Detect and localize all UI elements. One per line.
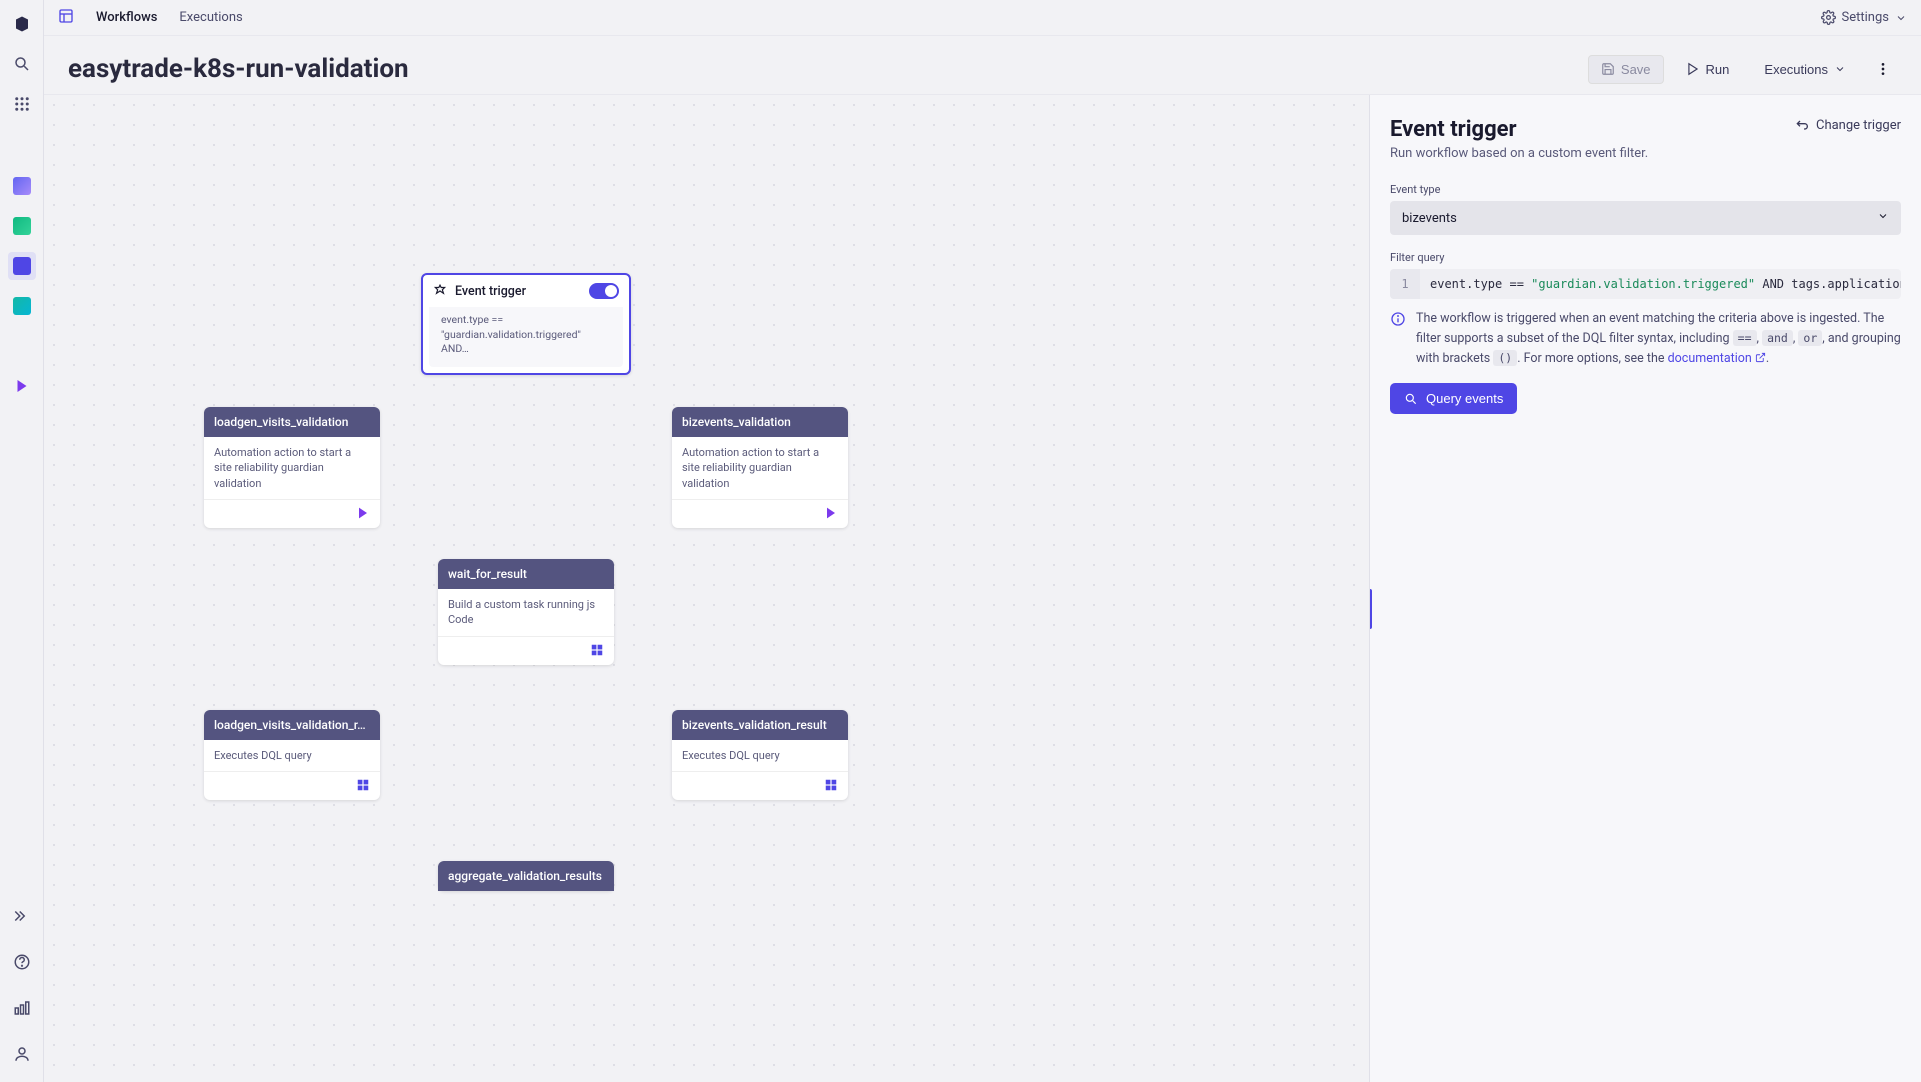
more-menu-button[interactable]	[1869, 55, 1897, 83]
app-play-icon[interactable]	[8, 372, 36, 400]
node-title: loadgen_visits_validation	[204, 407, 380, 437]
event-type-label: Event type	[1390, 183, 1901, 196]
apps-icon[interactable]	[8, 90, 36, 118]
settings-label: Settings	[1842, 10, 1889, 25]
node-title: aggregate_validation_results	[438, 861, 614, 891]
expand-icon[interactable]	[8, 902, 36, 930]
code-content: event.type == "guardian.validation.trigg…	[1420, 269, 1901, 299]
top-tab-bar: Workflows Executions Settings	[44, 0, 1921, 36]
action-play-icon	[822, 504, 840, 522]
connectors	[44, 95, 344, 245]
chevron-down-icon	[1895, 12, 1907, 24]
executions-dropdown[interactable]: Executions	[1751, 55, 1859, 84]
help-icon[interactable]	[8, 948, 36, 976]
logo-icon[interactable]	[8, 10, 36, 38]
right-panel: Event trigger Change trigger Run workflo…	[1369, 95, 1921, 1082]
action-grid-icon	[822, 776, 840, 794]
user-icon[interactable]	[8, 1040, 36, 1068]
node-title: bizevents_validation	[672, 407, 848, 437]
action-grid-icon	[588, 641, 606, 659]
alarm-icon	[433, 284, 447, 298]
node-wait-for-result[interactable]: wait_for_result Build a custom task runn…	[438, 559, 614, 665]
workflow-header: easytrade-k8s-run-validation Save Run Ex…	[44, 36, 1921, 95]
documentation-link[interactable]: documentation	[1668, 351, 1766, 366]
change-trigger-button[interactable]: Change trigger	[1794, 117, 1901, 133]
trigger-label: Event trigger	[455, 284, 526, 299]
node-body: Executes DQL query	[204, 740, 380, 771]
search-icon[interactable]	[8, 50, 36, 78]
play-icon	[1686, 62, 1700, 76]
node-body: Automation action to start a site reliab…	[672, 437, 848, 499]
back-arrow-icon	[1794, 117, 1810, 133]
info-icon	[1390, 311, 1406, 369]
node-title: bizevents_validation_result	[672, 710, 848, 740]
workflow-title: easytrade-k8s-run-validation	[68, 54, 1588, 84]
panel-resize-handle[interactable]	[1369, 589, 1372, 629]
action-grid-icon	[354, 776, 372, 794]
workflows-tab-icon	[58, 8, 74, 28]
run-button[interactable]: Run	[1674, 56, 1742, 83]
save-label: Save	[1621, 62, 1651, 77]
trigger-body-text: event.type == "guardian.validation.trigg…	[429, 307, 623, 367]
app-green-icon[interactable]	[8, 212, 36, 240]
left-sidebar	[0, 0, 44, 1082]
node-bizevents-validation[interactable]: bizevents_validation Automation action t…	[672, 407, 848, 528]
node-loadgen-visits-validation-result[interactable]: loadgen_visits_validation_r… Executes DQ…	[204, 710, 380, 800]
save-button[interactable]: Save	[1588, 55, 1664, 84]
node-bizevents-validation-result[interactable]: bizevents_validation_result Executes DQL…	[672, 710, 848, 800]
save-icon	[1601, 62, 1615, 76]
chevron-down-icon	[1834, 63, 1846, 75]
dashboard-icon[interactable]	[8, 994, 36, 1022]
search-icon	[1404, 392, 1418, 406]
settings-link[interactable]: Settings	[1821, 10, 1907, 25]
executions-label: Executions	[1764, 62, 1828, 77]
app-teal-icon[interactable]	[8, 292, 36, 320]
action-play-icon	[354, 504, 372, 522]
more-vertical-icon	[1875, 61, 1891, 77]
node-event-trigger[interactable]: Event trigger event.type == "guardian.va…	[421, 273, 631, 375]
external-link-icon	[1755, 352, 1766, 363]
query-events-button[interactable]: Query events	[1390, 383, 1517, 414]
node-title: loadgen_visits_validation_r…	[204, 710, 380, 740]
node-body: Build a custom task running js Code	[438, 589, 614, 636]
node-aggregate-validation-results[interactable]: aggregate_validation_results	[438, 861, 614, 891]
trigger-toggle[interactable]	[589, 283, 619, 299]
panel-title: Event trigger	[1390, 117, 1794, 142]
change-trigger-label: Change trigger	[1816, 118, 1901, 133]
app-cube-icon[interactable]	[8, 172, 36, 200]
event-type-select[interactable]: bizevents	[1390, 201, 1901, 235]
node-body: Executes DQL query	[672, 740, 848, 771]
workflow-canvas[interactable]: Event trigger event.type == "guardian.va…	[44, 95, 1369, 1082]
filter-query-label: Filter query	[1390, 251, 1901, 264]
node-body: Automation action to start a site reliab…	[204, 437, 380, 499]
node-title: wait_for_result	[438, 559, 614, 589]
node-loadgen-visits-validation[interactable]: loadgen_visits_validation Automation act…	[204, 407, 380, 528]
panel-subtitle: Run workflow based on a custom event fil…	[1390, 146, 1901, 161]
tab-executions[interactable]: Executions	[179, 2, 242, 33]
query-events-label: Query events	[1426, 391, 1503, 406]
chevron-down-icon	[1877, 210, 1889, 226]
line-number: 1	[1390, 269, 1420, 299]
tab-workflows[interactable]: Workflows	[96, 2, 157, 33]
app-workflows-icon[interactable]	[8, 252, 36, 280]
event-type-value: bizevents	[1402, 211, 1457, 226]
info-hint: The workflow is triggered when an event …	[1390, 309, 1901, 369]
filter-query-editor[interactable]: 1 event.type == "guardian.validation.tri…	[1390, 269, 1901, 299]
gear-icon	[1821, 10, 1836, 25]
run-label: Run	[1706, 62, 1730, 77]
